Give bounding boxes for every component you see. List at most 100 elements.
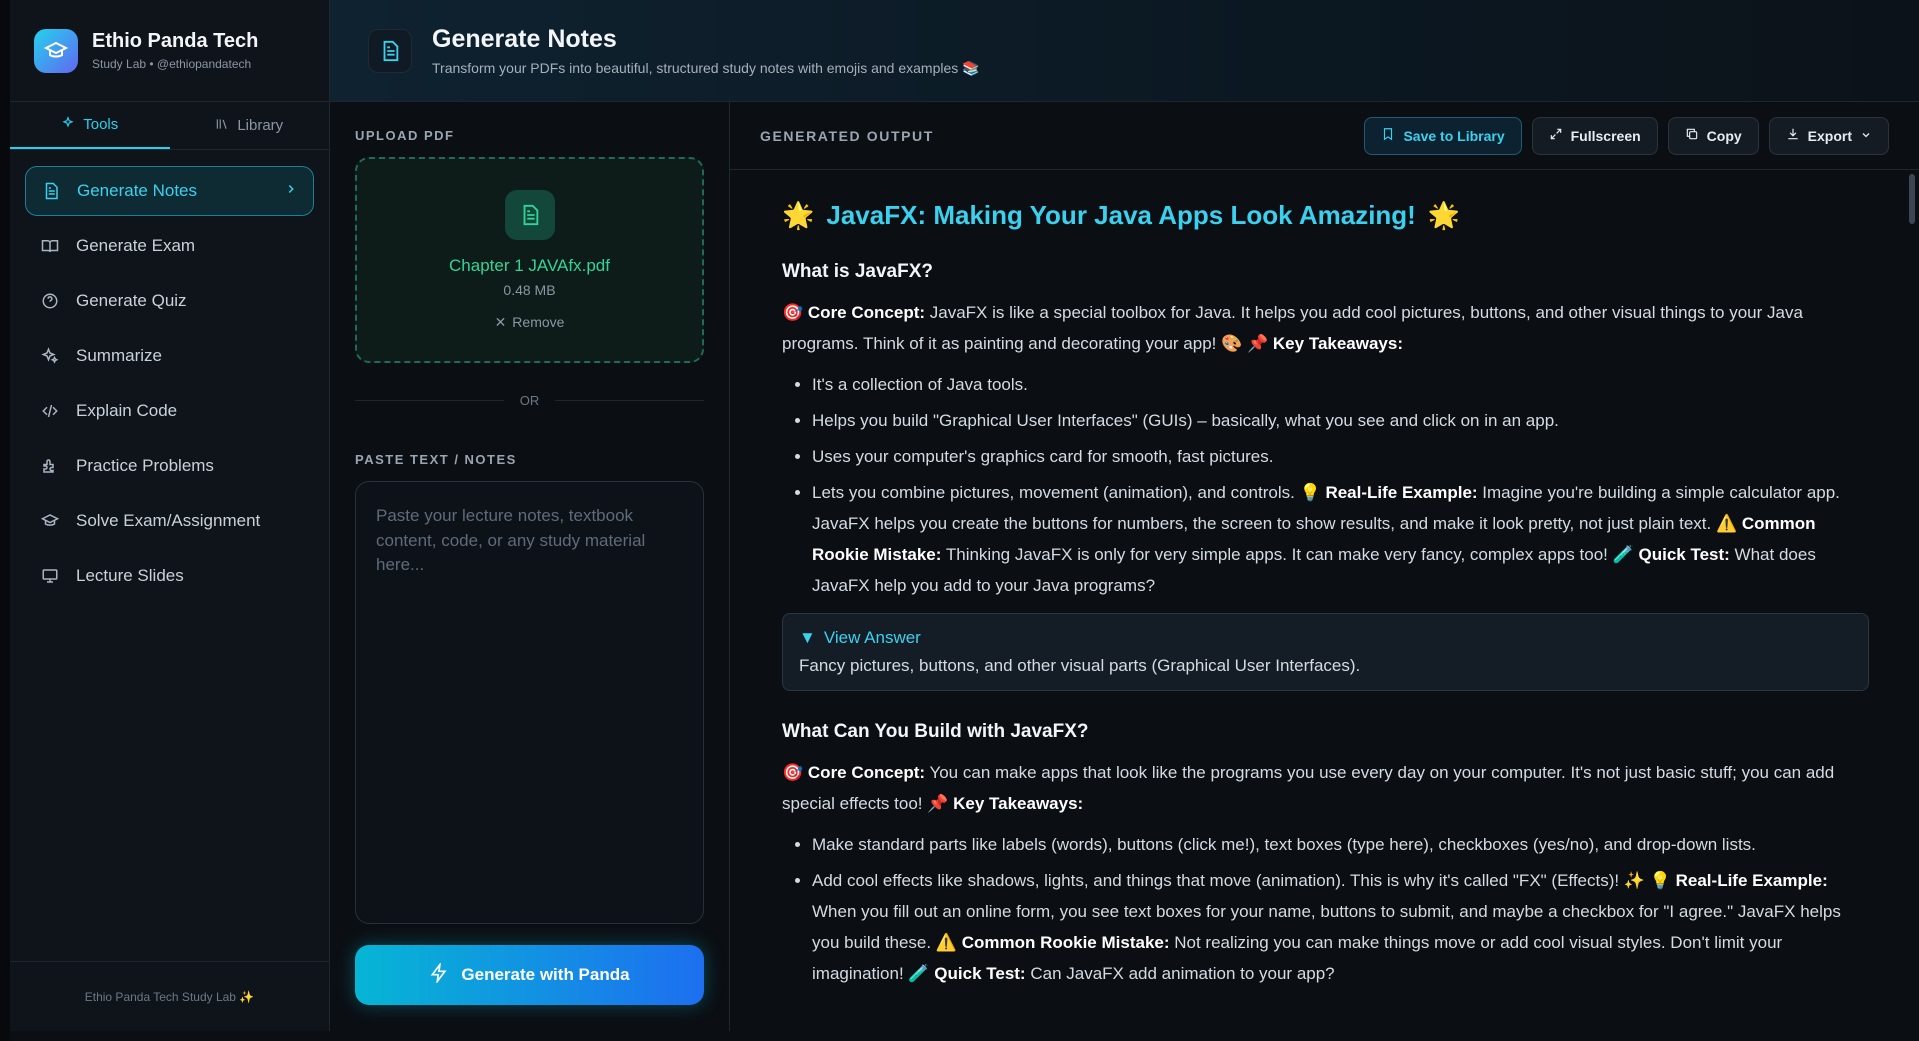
app-window: Ethio Panda Tech Study Lab • @ethiopanda… xyxy=(10,0,1919,1041)
takeaways-list: Make standard parts like labels (words),… xyxy=(782,829,1869,989)
sidebar-item-summarize[interactable]: Summarize xyxy=(25,331,314,381)
sparkles-icon xyxy=(61,115,75,134)
sidebar-item-generate-exam[interactable]: Generate Exam xyxy=(25,221,314,271)
help-circle-icon xyxy=(40,291,60,311)
bold-label: Common Rookie Mistake: xyxy=(961,933,1170,952)
upload-dropzone[interactable]: Chapter 1 JAVAfx.pdf 0.48 MB ✕ Remove xyxy=(355,157,704,363)
download-icon xyxy=(1786,127,1800,144)
bold-label: Real-Life Example: xyxy=(1675,871,1828,890)
brand-subtitle: Study Lab • @ethiopandatech xyxy=(92,57,252,71)
page-header: Generate Notes Transform your PDFs into … xyxy=(330,0,1919,102)
tab-tools-label: Tools xyxy=(83,116,119,133)
sidebar-footer: Ethio Panda Tech Study Lab ✨ xyxy=(10,961,329,1031)
close-icon: ✕ xyxy=(494,313,507,330)
document-icon xyxy=(368,28,412,73)
output-label: GENERATED OUTPUT xyxy=(760,127,934,144)
bookmark-icon xyxy=(1381,127,1395,144)
book-open-icon xyxy=(40,236,60,256)
code-icon xyxy=(40,401,60,421)
export-button[interactable]: Export xyxy=(1768,116,1889,155)
generate-button[interactable]: Generate with Panda xyxy=(355,945,704,1005)
target-icon: 🎯 xyxy=(782,303,804,322)
expand-icon xyxy=(1549,127,1563,144)
view-answer-label: View Answer xyxy=(823,628,921,647)
upload-label: UPLOAD PDF xyxy=(355,128,455,143)
export-label: Export xyxy=(1807,127,1852,144)
chevron-right-icon xyxy=(284,181,298,201)
fullscreen-label: Fullscreen xyxy=(1570,127,1641,144)
brand: Ethio Panda Tech Study Lab • @ethiopanda… xyxy=(10,0,329,102)
sidebar-item-lecture-slides[interactable]: Lecture Slides xyxy=(25,551,314,601)
save-label: Save to Library xyxy=(1403,127,1505,144)
remove-file-button[interactable]: ✕ Remove xyxy=(495,314,565,331)
text: Can JavaFX add animation to your app? xyxy=(1025,964,1335,983)
copy-button[interactable]: Copy xyxy=(1667,116,1759,155)
graduation-cap-icon xyxy=(40,511,60,531)
sidebar-item-label: Solve Exam/Assignment xyxy=(76,511,261,530)
or-divider: OR xyxy=(355,393,704,408)
sidebar-item-generate-quiz[interactable]: Generate Quiz xyxy=(25,276,314,326)
section-paragraph: 🎯 Core Concept: You can make apps that l… xyxy=(782,757,1869,819)
sidebar-item-label: Generate Exam xyxy=(76,236,196,255)
list-item: Helps you build "Graphical User Interfac… xyxy=(812,405,1869,436)
document-icon xyxy=(41,181,61,201)
sidebar-item-label: Summarize xyxy=(76,346,162,365)
sparkles-icon xyxy=(40,346,60,366)
bold-label: Core Concept: xyxy=(807,303,926,322)
notes-textarea[interactable] xyxy=(376,504,683,901)
list-item: Make standard parts like labels (words),… xyxy=(812,829,1869,860)
list-item: It's a collection of Java tools. xyxy=(812,369,1869,400)
triangle-down-icon: ▼ xyxy=(799,628,816,647)
star-icon: 🌟 xyxy=(782,200,815,230)
page-subtitle: Transform your PDFs into beautiful, stru… xyxy=(432,59,980,76)
text: Lets you combine pictures, movement (ani… xyxy=(812,483,1326,502)
answer-details: ▼ View Answer Fancy pictures, buttons, a… xyxy=(782,613,1869,691)
output-actions: Save to Library Fullscreen Copy Export xyxy=(1364,116,1889,155)
generated-notes: 🌟 JavaFX: Making Your Java Apps Look Ama… xyxy=(730,170,1919,1031)
generate-button-label: Generate with Panda xyxy=(461,965,630,984)
paste-area xyxy=(355,481,704,924)
sidebar: Ethio Panda Tech Study Lab • @ethiopanda… xyxy=(10,0,330,1031)
bold-label: Quick Test: xyxy=(1638,545,1730,564)
sidebar-item-label: Explain Code xyxy=(76,401,178,420)
fullscreen-button[interactable]: Fullscreen xyxy=(1531,116,1658,155)
sidebar-item-generate-notes[interactable]: Generate Notes xyxy=(25,166,314,216)
file-size: 0.48 MB xyxy=(503,281,556,298)
list-item: Uses your computer's graphics card for s… xyxy=(812,441,1869,472)
bold-label: Real-Life Example: xyxy=(1325,483,1478,502)
view-answer-toggle[interactable]: ▼ View Answer xyxy=(799,628,1852,648)
text: Add cool effects like shadows, lights, a… xyxy=(812,871,1676,890)
output-toolbar: GENERATED OUTPUT Save to Library Fullscr… xyxy=(730,102,1919,170)
sidebar-nav: Generate Notes Generate Exam Generate Qu… xyxy=(10,150,329,961)
text: You can make apps that look like the pro… xyxy=(782,763,1835,813)
save-to-library-button[interactable]: Save to Library xyxy=(1364,116,1522,155)
tab-library[interactable]: Library xyxy=(170,102,330,149)
sidebar-item-label: Generate Quiz xyxy=(76,291,187,310)
main-area: Generate Notes Transform your PDFs into … xyxy=(330,0,1919,1031)
target-icon: 🎯 xyxy=(782,763,804,782)
text: Thinking JavaFX is only for very simple … xyxy=(941,545,1639,564)
list-item: Lets you combine pictures, movement (ani… xyxy=(812,477,1869,601)
scrollbar[interactable] xyxy=(1909,174,1915,224)
bold-label: Core Concept: xyxy=(807,763,926,782)
paste-label: PASTE TEXT / NOTES xyxy=(355,452,517,467)
library-icon xyxy=(215,117,229,135)
sidebar-item-explain-code[interactable]: Explain Code xyxy=(25,386,314,436)
tab-tools[interactable]: Tools xyxy=(10,102,170,149)
output-panel: GENERATED OUTPUT Save to Library Fullscr… xyxy=(730,102,1919,1031)
sidebar-item-label: Lecture Slides xyxy=(76,566,184,585)
list-item: Add cool effects like shadows, lights, a… xyxy=(812,865,1869,989)
input-panel: UPLOAD PDF Chapter 1 JAVAfx.pdf 0.48 MB … xyxy=(330,102,730,1031)
file-icon xyxy=(504,189,555,240)
copy-icon xyxy=(1685,127,1699,144)
section-paragraph: 🎯 Core Concept: JavaFX is like a special… xyxy=(782,297,1869,359)
sidebar-item-label: Generate Notes xyxy=(77,181,198,200)
sidebar-item-solve-exam[interactable]: Solve Exam/Assignment xyxy=(25,496,314,546)
section-heading: What Can You Build with JavaFX? xyxy=(782,721,1089,742)
notes-title: 🌟 JavaFX: Making Your Java Apps Look Ama… xyxy=(782,200,1869,231)
sidebar-item-label: Practice Problems xyxy=(76,456,214,475)
chevron-down-icon xyxy=(1860,128,1872,144)
sidebar-item-practice-problems[interactable]: Practice Problems xyxy=(25,441,314,491)
notes-title-text: JavaFX: Making Your Java Apps Look Amazi… xyxy=(826,200,1416,230)
puzzle-icon xyxy=(40,456,60,476)
